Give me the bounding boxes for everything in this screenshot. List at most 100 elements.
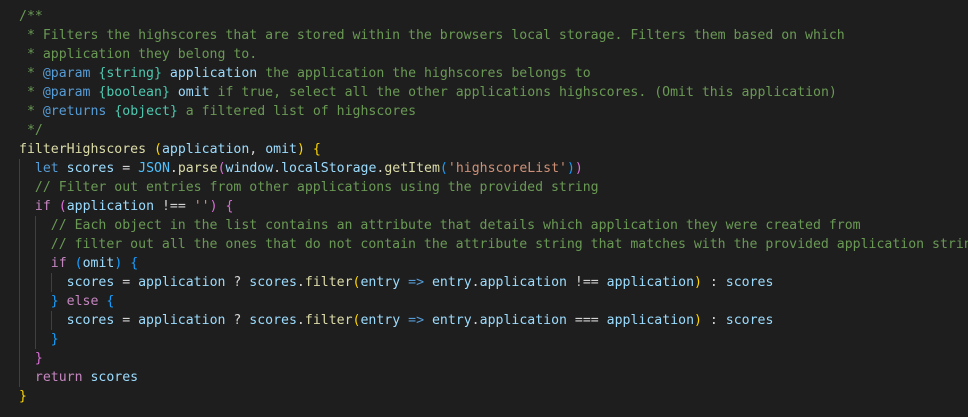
- code-line: filterHighscores (application, omit) {: [19, 140, 968, 159]
- code-token: filterHighscores: [19, 142, 147, 157]
- code-token: scores: [90, 370, 139, 385]
- code-token: application: [479, 313, 567, 328]
- code-token: 'highscoreList': [447, 161, 567, 176]
- code-token: let: [34, 161, 59, 176]
- indent-guide: [19, 197, 20, 216]
- code-token: (: [217, 161, 226, 176]
- code-editor[interactable]: /** * Filters the highscores that are st…: [0, 0, 968, 417]
- indent-guide: [19, 254, 20, 273]
- code-token: application: [606, 275, 695, 290]
- code-token: *: [19, 104, 43, 119]
- code-token: * application they belong to.: [19, 47, 258, 62]
- code-line: * @returns {object} a filtered list of h…: [19, 102, 968, 121]
- code-line: */: [19, 121, 968, 140]
- code-token: .: [273, 161, 282, 176]
- code-token: omit: [177, 85, 210, 100]
- code-token: (: [154, 142, 162, 157]
- code-token: entry: [360, 313, 401, 328]
- code-token: .: [471, 313, 480, 328]
- code-token: * Filters the highscores that are stored…: [19, 28, 845, 43]
- code-token: }: [19, 389, 27, 404]
- code-line: * @param {string} application the applic…: [19, 64, 968, 83]
- indent-guide: [34, 311, 36, 330]
- code-token: application: [138, 313, 226, 328]
- code-line: scores = application ? scores.filter(ent…: [19, 273, 968, 292]
- indent-guide: [19, 159, 20, 178]
- code-token: @param: [42, 85, 91, 100]
- code-token: {: [225, 199, 234, 214]
- code-token: ): [296, 142, 305, 157]
- code-line: * application they belong to.: [19, 45, 968, 64]
- code-token: the application the highscores belongs t…: [257, 66, 591, 81]
- code-token: .: [296, 313, 305, 328]
- code-token: =: [114, 161, 139, 176]
- code-token: omit: [265, 142, 297, 157]
- code-token: ): [694, 275, 702, 290]
- code-token: scores: [66, 161, 115, 176]
- code-token: ): [694, 313, 702, 328]
- code-token: // filter out all the ones that do not c…: [50, 237, 968, 252]
- code-token: JSON: [138, 161, 170, 176]
- code-token: !==: [566, 275, 607, 290]
- code-token: application: [479, 275, 567, 290]
- code-line: /**: [19, 7, 968, 26]
- code-token: if: [50, 256, 67, 271]
- code-token: scores: [66, 275, 115, 290]
- code-token: (: [74, 256, 83, 271]
- code-token: '': [193, 199, 210, 214]
- code-token: omit: [82, 256, 115, 271]
- code-token: scores: [725, 275, 774, 290]
- code-token: ): [574, 161, 583, 176]
- code-token: .: [471, 275, 480, 290]
- indent-guide: [19, 235, 20, 254]
- code-token: {string}: [98, 66, 162, 81]
- indent-guide: [19, 292, 20, 311]
- code-token: getItem: [384, 161, 440, 176]
- code-token: @param: [42, 66, 91, 81]
- code-token: entry: [431, 275, 472, 290]
- code-line: let scores = JSON.parse(window.localStor…: [19, 159, 968, 178]
- code-token: // Each object in the list contains an a…: [50, 218, 861, 233]
- code-token: =>: [408, 313, 425, 328]
- code-token: ===: [566, 313, 607, 328]
- code-token: }: [50, 294, 59, 309]
- code-token: entry: [360, 275, 401, 290]
- code-token: */: [19, 123, 43, 138]
- code-token: application: [161, 142, 250, 157]
- indent-guide: [34, 292, 36, 311]
- code-token: *: [19, 85, 43, 100]
- code-token: {object}: [114, 104, 178, 119]
- code-token: {: [106, 294, 115, 309]
- code-token: filter: [304, 313, 353, 328]
- code-token: (: [58, 199, 67, 214]
- code-token: =: [114, 313, 139, 328]
- code-token: @returns: [42, 104, 107, 119]
- indent-guide: [50, 311, 52, 330]
- code-token: :: [701, 313, 726, 328]
- code-token: localStorage: [281, 161, 377, 176]
- indent-guide: [34, 216, 36, 235]
- code-token: application: [169, 66, 258, 81]
- code-line: // filter out all the ones that do not c…: [19, 235, 968, 254]
- indent-guide: [34, 330, 36, 349]
- code-token: a filtered list of highscores: [177, 104, 417, 119]
- indent-guide: [34, 254, 36, 273]
- code-line: // Filter out entries from other applica…: [19, 178, 968, 197]
- code-token: ?: [225, 313, 250, 328]
- code-token: if: [34, 199, 51, 214]
